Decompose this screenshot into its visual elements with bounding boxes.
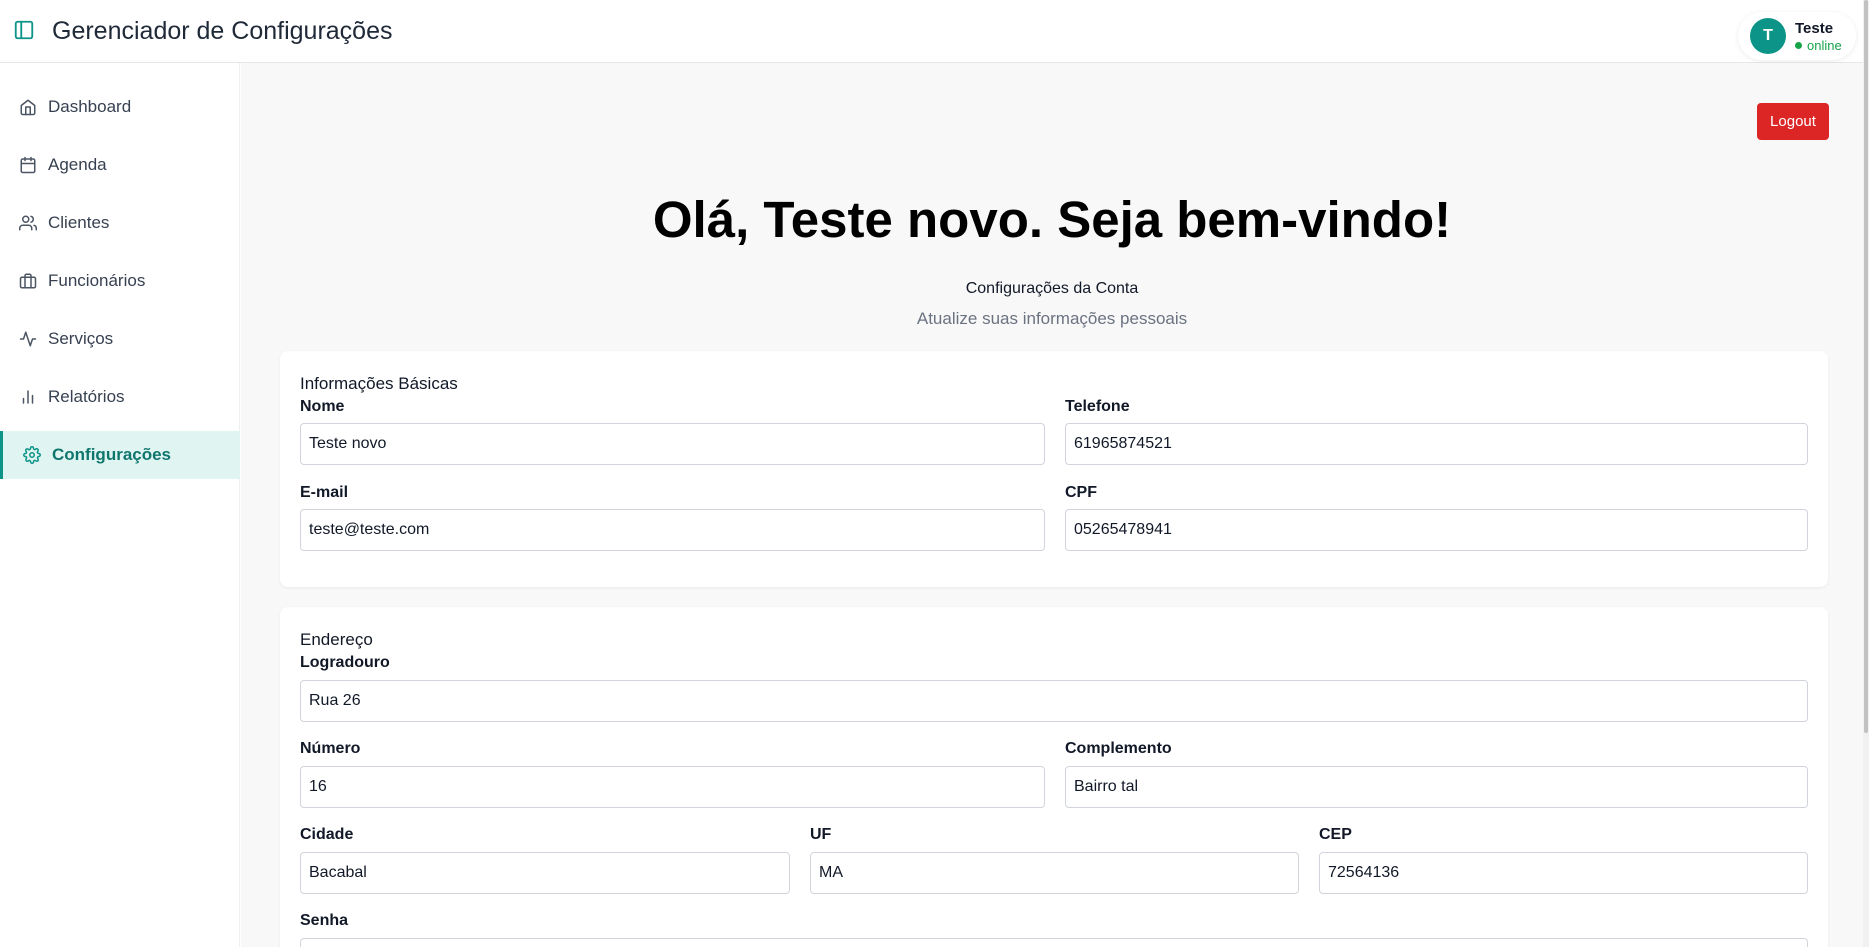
sidebar-item-servicos[interactable]: Serviços (0, 315, 240, 363)
sidebar-item-label: Agenda (48, 155, 107, 174)
logradouro-field[interactable] (300, 680, 1808, 722)
nome-label: Nome (300, 398, 345, 415)
uf-field[interactable] (810, 852, 1299, 894)
page-title: Olá, Teste novo. Seja bem-vindo! (652, 191, 1452, 248)
email-field[interactable] (300, 509, 1045, 551)
sidebar: Dashboard Agenda Clientes Funcionários S… (0, 63, 240, 947)
calendar-icon (20, 156, 36, 174)
cpf-label: CPF (1065, 484, 1097, 501)
sidebar-item-label: Configurações (52, 445, 172, 464)
cidade-field[interactable] (300, 852, 790, 894)
cidade-label: Cidade (300, 826, 354, 843)
sidebar-item-label: Serviços (48, 329, 114, 348)
sidebar-item-funcionarios[interactable]: Funcionários (0, 257, 240, 305)
sidebar-toggle-icon[interactable] (13, 19, 35, 41)
sidebar-item-agenda[interactable]: Agenda (0, 141, 240, 189)
home-icon (20, 99, 36, 116)
logout-button[interactable]: Logout (1757, 103, 1829, 140)
user-name: Teste (1795, 20, 1834, 37)
briefcase-icon (19, 273, 37, 289)
cpf-field[interactable] (1065, 509, 1808, 551)
sidebar-item-label: Clientes (48, 213, 110, 232)
avatar: T (1750, 18, 1786, 54)
uf-label: UF (810, 826, 832, 843)
online-status-dot (1795, 42, 1802, 49)
telefone-field[interactable] (1065, 423, 1808, 465)
sidebar-item-dashboard[interactable]: Dashboard (0, 83, 240, 131)
logradouro-label: Logradouro (300, 654, 390, 671)
cep-field[interactable] (1319, 852, 1808, 894)
sidebar-item-label: Funcionários (48, 271, 146, 290)
sidebar-item-configuracoes[interactable]: Configurações (0, 431, 240, 479)
telefone-label: Telefone (1065, 398, 1130, 415)
users-icon (19, 215, 37, 231)
section-subtitle: Atualize suas informações pessoais (916, 309, 1188, 328)
activity-icon (19, 331, 37, 347)
user-menu[interactable]: T Teste online (1738, 12, 1856, 60)
senha-label: Senha (300, 912, 349, 929)
sidebar-item-label: Relatórios (48, 387, 125, 406)
sidebar-item-relatorios[interactable]: Relatórios (0, 373, 240, 421)
sidebar-item-clientes[interactable]: Clientes (0, 199, 240, 247)
nome-field[interactable] (300, 423, 1045, 465)
senha-field[interactable] (300, 938, 1808, 947)
section-title: Configurações da Conta (965, 280, 1139, 297)
basic-info-heading: Informações Básicas (300, 374, 458, 393)
user-status: online (1795, 38, 1842, 53)
app-title: Gerenciador de Configurações (52, 17, 393, 45)
address-heading: Endereço (300, 630, 373, 649)
complemento-label: Complemento (1065, 740, 1172, 757)
gear-icon (23, 446, 41, 464)
top-header: Gerenciador de Configurações T Teste onl… (0, 0, 1869, 63)
numero-field[interactable] (300, 766, 1045, 808)
page-scrollbar-thumb[interactable] (1864, 0, 1868, 733)
complemento-field[interactable] (1065, 766, 1808, 808)
user-status-label: online (1807, 38, 1842, 53)
cep-label: CEP (1319, 826, 1352, 843)
numero-label: Número (300, 740, 361, 757)
sidebar-item-label: Dashboard (48, 97, 132, 116)
basic-info-card (280, 351, 1828, 587)
email-label: E-mail (300, 484, 349, 501)
bar-chart-icon (22, 390, 34, 404)
